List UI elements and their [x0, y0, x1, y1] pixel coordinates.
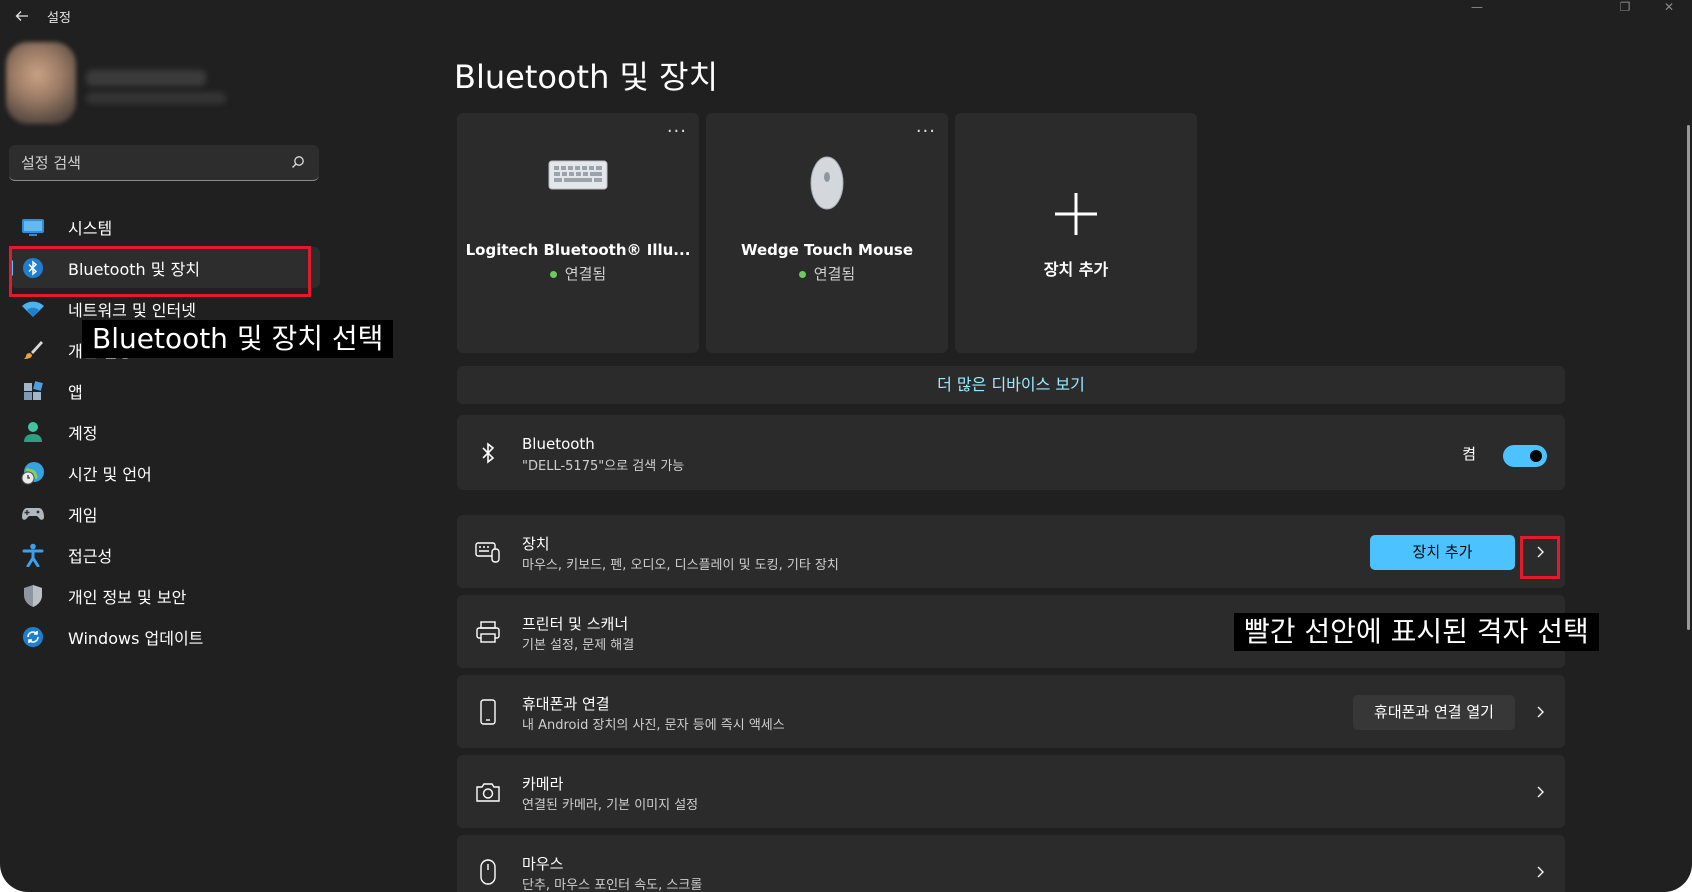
sidebar-item-label: Windows 업데이트 — [68, 628, 204, 648]
row-title: 휴대폰과 연결 — [522, 695, 610, 713]
profile-name-blurred — [86, 70, 206, 86]
search-input[interactable] — [9, 145, 293, 181]
device-name: Logitech Bluetooth® Illu... — [465, 241, 691, 259]
keyboard-icon — [457, 158, 699, 192]
sidebar-item-privacy[interactable]: 개인 정보 및 보안 — [10, 575, 320, 616]
row-subtitle: 마우스, 키보드, 펜, 오디오, 디스플레이 및 도킹, 기타 장치 — [522, 558, 839, 573]
chevron-right-icon[interactable] — [1533, 785, 1547, 799]
sidebar-item-apps[interactable]: 앱 — [10, 370, 320, 411]
sidebar-item-label: 시스템 — [68, 218, 113, 238]
gamepad-icon — [20, 501, 46, 527]
connected-dot-icon — [549, 271, 557, 278]
device-card[interactable]: ··· Wedge Touch Mouse 연결됨 — [706, 113, 948, 353]
mouse-row[interactable]: 마우스 단추, 마우스 포인터 속도, 스크롤 — [457, 835, 1565, 892]
more-options-button[interactable]: ··· — [916, 121, 936, 142]
row-subtitle: 기본 설정, 문제 해결 — [522, 638, 635, 653]
row-subtitle: 내 Android 장치의 사진, 문자 등에 즉시 액세스 — [522, 718, 785, 733]
sidebar-item-label: 계정 — [68, 423, 98, 443]
highlight-box-chevron — [1520, 536, 1560, 579]
bluetooth-icon — [475, 440, 501, 466]
sidebar-item-label: 접근성 — [68, 546, 113, 566]
accessibility-icon — [20, 542, 46, 568]
row-title: Bluetooth — [522, 435, 595, 453]
apps-icon — [20, 378, 46, 404]
bluetooth-toggle-row: Bluetooth "DELL-5175"으로 검색 가능 켬 — [457, 415, 1565, 490]
add-device-button[interactable]: 장치 추가 — [1370, 535, 1515, 570]
app-title: 설정 — [47, 11, 71, 26]
highlight-box-sidebar — [9, 246, 311, 297]
sidebar-item-label: 개인 정보 및 보안 — [68, 587, 187, 607]
sidebar-item-label: 앱 — [68, 382, 83, 402]
annotation-caption-sidebar: Bluetooth 및 장치 선택 — [82, 320, 394, 358]
device-card[interactable]: ··· Logitech Bluetooth® Illu... 연결됨 — [457, 113, 699, 353]
row-title: 카메라 — [522, 775, 564, 793]
row-subtitle: 연결된 카메라, 기본 이미지 설정 — [522, 798, 699, 813]
settings-window: 설정 — ❐ ✕ 시스템 Bluetooth 및 장치 네트워크 및 인터넷 — [0, 0, 1692, 892]
add-device-card[interactable]: 장치 추가 — [955, 113, 1197, 353]
chevron-right-icon[interactable] — [1533, 865, 1547, 879]
devices-icon — [475, 539, 501, 565]
row-subtitle: 단추, 마우스 포인터 속도, 스크롤 — [522, 878, 703, 892]
sidebar-item-system[interactable]: 시스템 — [10, 206, 320, 247]
back-arrow-icon — [15, 11, 28, 21]
monitor-icon — [20, 214, 46, 240]
sidebar-item-label: 시간 및 언어 — [68, 464, 152, 484]
mouse-device-icon — [706, 155, 948, 211]
add-device-label: 장치 추가 — [1043, 260, 1109, 279]
sidebar-item-windows-update[interactable]: Windows 업데이트 — [10, 616, 320, 657]
device-status: 연결됨 — [457, 263, 699, 284]
close-button[interactable]: ✕ — [1646, 0, 1692, 14]
page-title: Bluetooth 및 장치 — [454, 58, 719, 96]
bluetooth-toggle[interactable] — [1503, 445, 1547, 467]
camera-icon — [475, 779, 501, 805]
row-title: 마우스 — [522, 855, 564, 873]
camera-row[interactable]: 카메라 연결된 카메라, 기본 이미지 설정 — [457, 755, 1565, 828]
device-name: Wedge Touch Mouse — [740, 241, 914, 259]
device-status-text: 연결됨 — [564, 265, 607, 283]
chevron-right-icon[interactable] — [1533, 705, 1547, 719]
title-bar: 설정 — ❐ ✕ — [0, 0, 1692, 32]
avatar[interactable] — [6, 42, 76, 124]
brush-icon — [20, 337, 46, 363]
plus-icon — [955, 191, 1197, 237]
back-button[interactable] — [8, 4, 36, 28]
sidebar-item-gaming[interactable]: 게임 — [10, 493, 320, 534]
shield-icon — [20, 583, 46, 609]
toggle-knob — [1530, 450, 1542, 462]
connected-dot-icon — [798, 271, 806, 278]
phone-icon — [475, 698, 501, 725]
device-status-text: 연결됨 — [813, 265, 856, 283]
wifi-icon — [20, 296, 46, 322]
search-box[interactable] — [9, 145, 319, 181]
globe-clock-icon — [20, 460, 46, 486]
mouse-icon — [475, 858, 501, 885]
person-icon — [20, 419, 46, 445]
sidebar-item-label: 네트워크 및 인터넷 — [68, 300, 196, 320]
profile-email-blurred — [86, 92, 226, 104]
scrollbar[interactable] — [1687, 125, 1690, 630]
more-options-button[interactable]: ··· — [667, 121, 687, 142]
open-phone-link-button[interactable]: 휴대폰과 연결 열기 — [1353, 695, 1515, 730]
row-title: 프린터 및 스캐너 — [522, 615, 629, 633]
minimize-button[interactable]: — — [1454, 0, 1500, 14]
sidebar-item-accessibility[interactable]: 접근성 — [10, 534, 320, 575]
sidebar-item-label: 게임 — [68, 505, 98, 525]
more-devices-link[interactable]: 더 많은 디바이스 보기 — [457, 366, 1565, 404]
update-icon — [20, 624, 46, 650]
search-icon[interactable] — [291, 155, 305, 169]
toggle-state-label: 켬 — [1462, 445, 1476, 463]
printer-icon — [475, 619, 501, 645]
annotation-caption-grid: 빨간 선안에 표시된 격자 선택 — [1234, 613, 1599, 651]
phone-link-row[interactable]: 휴대폰과 연결 내 Android 장치의 사진, 문자 등에 즉시 액세스 휴… — [457, 675, 1565, 748]
restore-button[interactable]: ❐ — [1602, 0, 1648, 14]
row-subtitle: "DELL-5175"으로 검색 가능 — [522, 459, 685, 474]
sidebar-item-accounts[interactable]: 계정 — [10, 411, 320, 452]
device-status: 연결됨 — [706, 263, 948, 284]
sidebar-item-time-language[interactable]: 시간 및 언어 — [10, 452, 320, 493]
devices-row[interactable]: 장치 마우스, 키보드, 펜, 오디오, 디스플레이 및 도킹, 기타 장치 장… — [457, 515, 1565, 588]
row-title: 장치 — [522, 535, 550, 553]
